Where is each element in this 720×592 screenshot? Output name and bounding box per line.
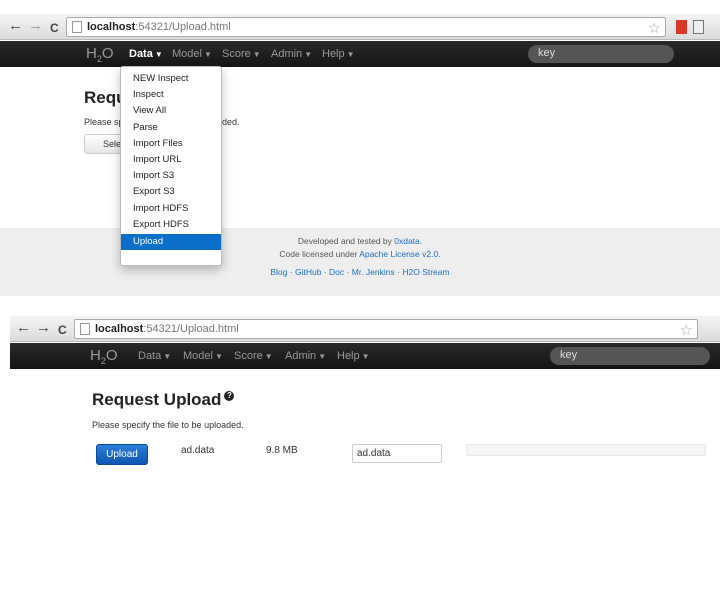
menu-item-new-inspect[interactable]: NEW Inspect [121,71,221,87]
bookmark-star-icon[interactable]: ☆ [680,321,693,339]
forward-icon[interactable]: → [36,320,51,336]
url-text: localhost:54321/Upload.html [87,21,231,33]
screenshot-upload-page: ← → C localhost:54321/Upload.html ☆ H2O … [10,316,720,546]
menu-item-import-s3[interactable]: Import S3 [121,168,221,184]
screenshot-dropdown-open: ← → C localhost:54321/Upload.html ☆ H2O … [0,14,720,296]
menu-item-upload[interactable]: Upload [121,233,221,251]
caret-down-icon: ▼ [214,352,223,361]
menu-admin[interactable]: Admin ▼ [285,350,326,362]
link-h2o-stream[interactable]: H2O Stream [402,267,449,277]
forward-icon[interactable]: → [28,18,43,34]
destination-key-input[interactable]: ad.data [352,444,442,463]
menu-data[interactable]: Data ▼ [138,350,171,362]
brand-logo[interactable]: H2O [86,45,114,64]
description-left: Please sp [84,117,124,127]
brand-logo[interactable]: H2O [90,347,118,366]
menu-item-parse[interactable]: Parse [121,120,221,136]
link-0xdata[interactable]: 0xdata. [394,236,422,246]
caret-down-icon: ▼ [318,352,327,361]
link-github[interactable]: GitHub [295,267,321,277]
menu-help[interactable]: Help ▼ [337,350,370,362]
caret-down-icon: ▼ [163,352,172,361]
page-icon [80,323,90,335]
menu-model[interactable]: Model ▼ [183,350,223,362]
menu-score[interactable]: Score ▼ [222,48,261,60]
search-input[interactable]: key [528,45,674,63]
caret-down-icon: ▼ [361,352,370,361]
caret-down-icon: ▼ [346,50,355,59]
caret-down-icon: ▼ [154,50,163,59]
address-bar[interactable]: localhost:54321/Upload.html ☆ [74,319,698,339]
footer: Developed and tested by 0xdata. Code lic… [0,228,720,296]
extension-icon[interactable] [676,20,687,34]
address-bar[interactable]: localhost:54321/Upload.html ☆ [66,17,666,37]
menu-help[interactable]: Help ▼ [322,48,355,60]
search-input[interactable]: key [550,347,710,365]
link-blog[interactable]: Blog [270,267,287,277]
caret-down-icon: ▼ [203,50,212,59]
separator: · [289,267,293,277]
top-navbar: H2O Data ▼ Model ▼ Score ▼ Admin ▼ Help ▼ key [0,41,720,67]
upload-progress-bar [466,444,706,456]
top-navbar: H2O Data ▼ Model ▼ Score ▼ Admin ▼ Help ▼ key [10,343,720,369]
menu-item-import-files[interactable]: Import Files [121,136,221,152]
caret-down-icon: ▼ [264,352,273,361]
separator: · [346,267,350,277]
page-description: Please specify the file to be uploaded. [92,420,244,430]
menu-item-import-url[interactable]: Import URL [121,152,221,168]
separator: · [323,267,327,277]
caret-down-icon: ▼ [304,50,313,59]
link-apache-license[interactable]: Apache License v2.0. [359,249,440,259]
bookmark-star-icon[interactable]: ☆ [648,19,661,37]
reload-icon[interactable]: C [50,20,59,36]
menu-item-inspect[interactable]: Inspect [121,87,221,103]
menu-data[interactable]: Data ▼ [129,48,163,60]
footer-license: Code licensed under Apache License v2.0. [279,249,441,259]
menu-model[interactable]: Model ▼ [172,48,212,60]
browser-toolbar: ← → C localhost:54321/Upload.html ☆ [0,14,720,40]
menu-item-export-s3[interactable]: Export S3 [121,184,221,200]
footer-links: Blog · GitHub · Doc · Mr. Jenkins · H2O … [0,267,720,277]
back-icon[interactable]: ← [8,18,23,34]
menu-item-import-hdfs[interactable]: Import HDFS [121,201,221,217]
file-name: ad.data [181,445,215,456]
menu-item-view-all[interactable]: View All [121,103,221,119]
page-title: Request Upload? [92,390,235,410]
cast-icon[interactable] [693,20,704,34]
menu-score[interactable]: Score ▼ [234,350,273,362]
footer-credit: Developed and tested by 0xdata. [297,236,423,246]
url-text: localhost:54321/Upload.html [95,323,239,335]
link-mr-jenkins[interactable]: Mr. Jenkins [352,267,395,277]
upload-button[interactable]: Upload [96,444,148,465]
separator: · [397,267,400,277]
file-size: 9.8 MB [266,445,298,456]
menu-admin[interactable]: Admin ▼ [271,48,312,60]
help-icon[interactable]: ? [224,391,235,402]
page-icon [72,21,82,33]
browser-toolbar: ← → C localhost:54321/Upload.html ☆ [10,316,720,342]
menu-item-export-hdfs[interactable]: Export HDFS [121,217,221,233]
data-dropdown-menu: NEW Inspect Inspect View All Parse Impor… [120,66,222,266]
caret-down-icon: ▼ [252,50,261,59]
link-doc[interactable]: Doc [329,267,344,277]
reload-icon[interactable]: C [58,322,67,338]
description-right: ded. [222,117,240,127]
back-icon[interactable]: ← [16,320,31,336]
